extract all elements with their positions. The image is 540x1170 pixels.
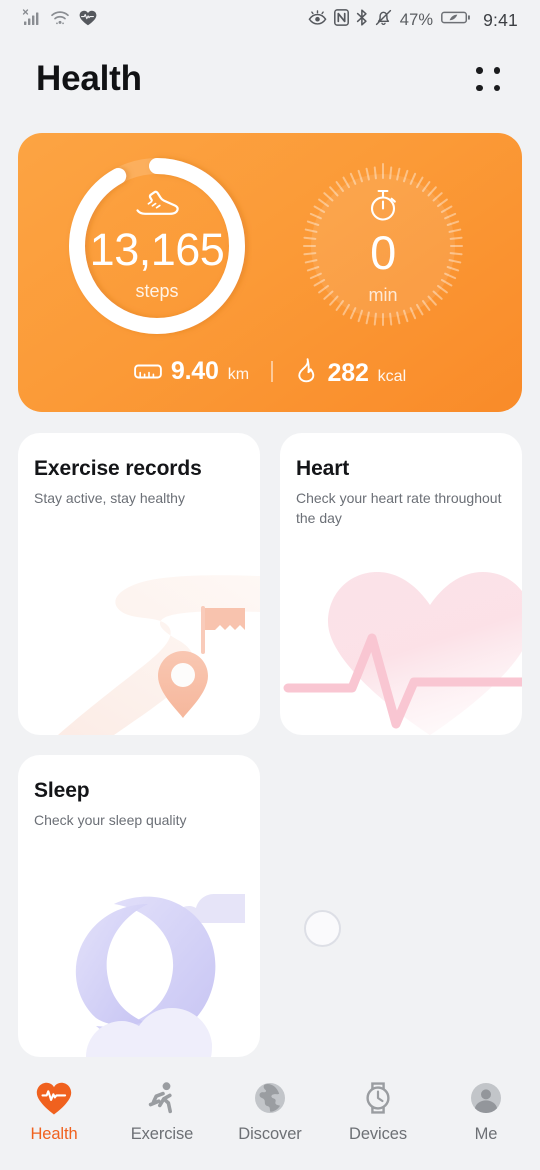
rings-area: 13,165 steps 0 min — [18, 133, 522, 348]
calories-unit-label: kcal — [377, 367, 407, 385]
nav-item-exercise[interactable]: Exercise — [108, 1080, 216, 1144]
distance-value: 9.40 — [170, 357, 219, 385]
wifi-icon — [50, 9, 70, 31]
card-title: Heart — [296, 457, 350, 480]
heart-ecg-illustration — [280, 520, 522, 735]
nav-item-discover[interactable]: Discover — [216, 1080, 324, 1144]
flame-icon — [295, 357, 319, 388]
menu-dot — [493, 67, 500, 74]
status-bar-right: 47% 9:41 — [308, 9, 518, 31]
running-person-icon — [145, 1080, 179, 1116]
nav-label: Me — [474, 1125, 498, 1143]
grid-dots-menu-icon[interactable] — [470, 62, 504, 96]
nav-item-devices[interactable]: Devices — [324, 1080, 432, 1144]
signal-bars-no-service-icon — [22, 9, 41, 31]
calories-stat[interactable]: 282 kcal — [295, 357, 407, 388]
bluetooth-icon — [356, 9, 368, 31]
menu-dot — [476, 67, 483, 74]
distance-unit-label: km — [227, 365, 250, 383]
menu-dot — [476, 84, 483, 91]
person-avatar-icon — [470, 1080, 502, 1116]
status-bar-left — [22, 9, 97, 31]
battery-percent-label: 47% — [399, 10, 434, 29]
nfc-icon — [333, 9, 349, 31]
page-title: Health — [36, 59, 142, 98]
stats-divider — [271, 361, 273, 382]
bell-muted-icon — [375, 9, 392, 31]
clock-label: 9:41 — [483, 9, 518, 30]
nav-item-me[interactable]: Me — [432, 1080, 540, 1144]
status-bar: 47% 9:41 — [0, 0, 540, 40]
loading-spinner-icon — [304, 910, 341, 947]
ruler-icon — [134, 361, 162, 386]
globe-icon — [254, 1080, 286, 1116]
card-subtitle: Check your sleep quality — [34, 812, 187, 828]
nav-label: Health — [30, 1125, 78, 1143]
calories-value: 282 — [327, 359, 369, 387]
card-subtitle: Stay active, stay healthy — [34, 490, 185, 506]
nav-item-health[interactable]: Health — [0, 1080, 108, 1144]
app-header: Health — [0, 40, 540, 118]
nav-label: Devices — [349, 1125, 407, 1143]
smartwatch-icon — [363, 1080, 393, 1116]
steps-ring[interactable]: 13,165 steps — [62, 151, 252, 346]
exercise-time-ring[interactable]: 0 min — [288, 151, 478, 346]
distance-stat[interactable]: 9.40 km — [134, 359, 249, 384]
exercise-records-card[interactable]: Exercise records Stay active, stay healt… — [18, 433, 260, 735]
card-title: Sleep — [34, 779, 90, 802]
eye-comfort-icon — [308, 9, 327, 31]
card-subtitle: Check your heart rate throughout the day — [296, 490, 502, 526]
nav-label: Discover — [238, 1125, 302, 1143]
menu-dot — [493, 84, 500, 91]
card-title: Exercise records — [34, 457, 202, 480]
heart-pulse-icon — [36, 1080, 72, 1116]
daily-summary-card[interactable]: 13,165 steps 0 min 9.40 km 282 kcal — [18, 133, 522, 412]
battery-icon — [441, 9, 471, 31]
heart-pulse-icon — [79, 10, 97, 31]
route-path-flag-pin-illustration — [18, 520, 260, 735]
bottom-navigation-bar: Health Exercise Discover Devices Me — [0, 1066, 540, 1170]
crescent-moon-clouds-illustration — [18, 842, 260, 1057]
heart-card[interactable]: Heart Check your heart rate throughout t… — [280, 433, 522, 735]
sleep-card[interactable]: Sleep Check your sleep quality — [18, 755, 260, 1057]
summary-stats-row: 9.40 km 282 kcal — [18, 357, 522, 386]
nav-label: Exercise — [130, 1125, 194, 1143]
